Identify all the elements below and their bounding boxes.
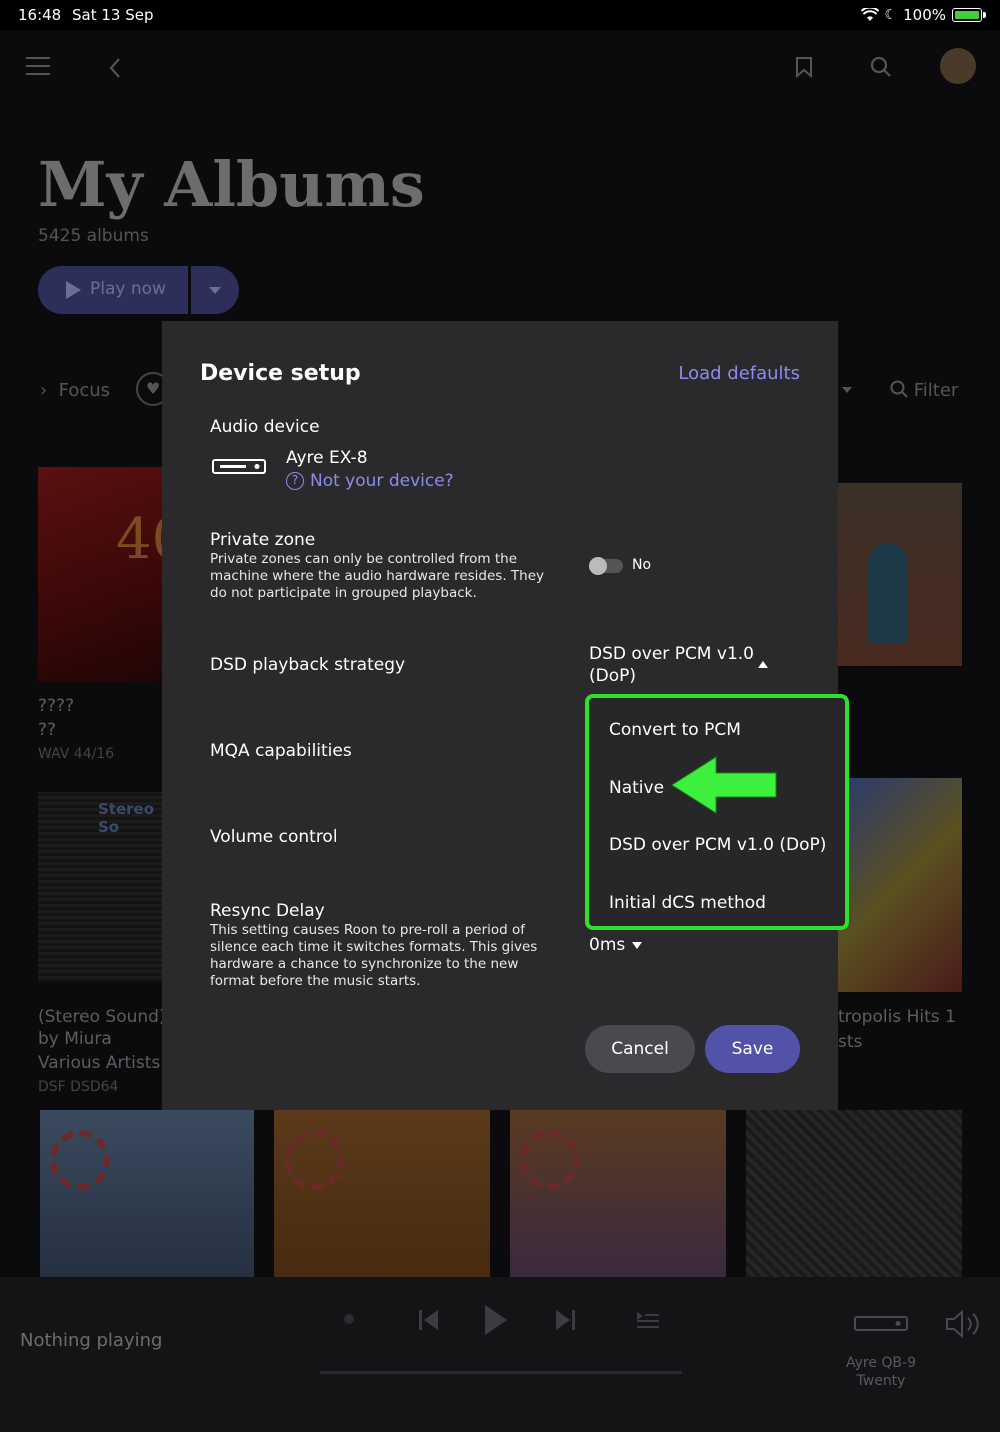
album-title[interactable]: ???? <box>38 694 74 718</box>
bookmark-icon[interactable] <box>795 56 813 78</box>
cover-art-text: Stereo So <box>98 800 155 836</box>
album-cover[interactable] <box>838 778 962 992</box>
moon-icon: ☾ <box>884 7 898 23</box>
cover-sunburst <box>284 1130 344 1190</box>
album-title[interactable]: (Stereo Sound) J <box>38 1005 176 1029</box>
audio-device-icon <box>212 459 266 474</box>
audio-device-label: Audio device <box>210 417 320 437</box>
dsd-strategy-label: DSD playback strategy <box>210 655 406 675</box>
chevron-up-icon[interactable] <box>758 661 768 668</box>
resync-delay-select[interactable]: 0ms <box>589 934 625 956</box>
play-options-button[interactable] <box>191 266 239 314</box>
status-date: Sat 13 Sep <box>72 6 154 24</box>
device-name: Ayre EX-8 <box>286 448 368 468</box>
volume-control-label: Volume control <box>210 827 338 847</box>
cancel-button[interactable]: Cancel <box>585 1025 695 1073</box>
album-title[interactable]: tropolis Hits 1 <box>838 1005 956 1029</box>
dsd-value-line2: (DoP) <box>589 666 637 686</box>
focus-label: Focus <box>58 380 111 401</box>
resync-delay-label: Resync Delay <box>210 901 325 921</box>
focus-button[interactable]: › Focus <box>40 380 110 401</box>
search-icon[interactable] <box>870 56 892 78</box>
status-time: 16:48 <box>18 6 62 24</box>
battery-percent: 100% <box>903 6 946 24</box>
album-title-cont[interactable]: by Miura <box>38 1027 112 1051</box>
dsd-value-line1: DSD over PCM v1.0 <box>589 644 754 664</box>
filter-search-icon <box>890 380 908 398</box>
private-zone-value: No <box>632 557 652 573</box>
load-defaults-link[interactable]: Load defaults <box>678 363 800 384</box>
volume-icon[interactable] <box>944 1308 984 1340</box>
not-your-device-label: Not your device? <box>310 471 454 491</box>
status-right: ☾ 100% <box>860 6 986 24</box>
play-icon[interactable] <box>483 1304 509 1336</box>
avatar[interactable] <box>940 48 976 84</box>
cover-art-number: 40 <box>116 507 162 572</box>
zone-name[interactable]: Ayre QB-9 Twenty <box>830 1354 932 1390</box>
dialog-title: Device setup <box>200 361 361 386</box>
option-initial-dcs[interactable]: Initial dCS method <box>609 893 766 913</box>
album-format: DSF DSD64 <box>38 1079 119 1095</box>
zone-name-line1: Ayre QB-9 <box>845 1355 916 1371</box>
save-button[interactable]: Save <box>705 1025 800 1073</box>
not-your-device-link[interactable]: ? Not your device? <box>286 471 454 491</box>
dsd-strategy-select[interactable]: DSD over PCM v1.0 (DoP) <box>589 643 754 687</box>
status-bar: 16:48 Sat 13 Sep ☾ 100% <box>0 0 1000 30</box>
album-artist[interactable]: ?? <box>38 718 56 742</box>
option-dop[interactable]: DSD over PCM v1.0 (DoP) <box>609 835 826 855</box>
album-cover[interactable]: 40 <box>38 467 162 682</box>
album-artist[interactable]: sts <box>838 1030 862 1054</box>
next-icon[interactable] <box>555 1309 575 1331</box>
queue-icon[interactable] <box>637 1312 659 1328</box>
cover-figure <box>868 543 908 643</box>
back-icon[interactable] <box>108 57 122 79</box>
album-format: WAV 44/16 <box>38 746 115 762</box>
filter-label: Filter <box>913 380 959 401</box>
help-icon: ? <box>286 472 304 490</box>
cover-sunburst <box>50 1130 110 1190</box>
page-title: My Albums <box>38 148 425 221</box>
filter-button[interactable]: Filter <box>890 380 958 401</box>
album-cover[interactable] <box>746 1110 962 1277</box>
option-convert-to-pcm[interactable]: Convert to PCM <box>609 720 741 740</box>
play-now-button[interactable]: Play now <box>38 266 188 314</box>
now-playing-text: Nothing playing <box>20 1330 163 1351</box>
device-icon <box>854 1316 908 1331</box>
menu-icon[interactable] <box>26 56 50 76</box>
progress-bar[interactable] <box>320 1371 682 1374</box>
album-cover[interactable] <box>40 1110 254 1277</box>
previous-icon[interactable] <box>419 1309 439 1331</box>
album-count: 5425 albums <box>38 226 149 246</box>
album-cover[interactable] <box>274 1110 490 1277</box>
album-artist[interactable]: Various Artists <box>38 1051 160 1075</box>
chevron-down-icon[interactable] <box>842 387 852 393</box>
mqa-capabilities-label: MQA capabilities <box>210 741 352 761</box>
album-cover[interactable] <box>510 1110 726 1277</box>
private-zone-description: Private zones can only be controlled fro… <box>210 551 545 601</box>
play-icon <box>66 281 81 299</box>
resync-delay-description: This setting causes Roon to pre-roll a p… <box>210 922 538 989</box>
annotation-arrow-icon <box>671 756 777 814</box>
cover-sunburst <box>520 1130 580 1190</box>
album-cover[interactable]: Stereo So <box>38 792 162 982</box>
wifi-icon <box>860 8 879 21</box>
private-zone-toggle[interactable] <box>589 557 623 575</box>
shuffle-dot-icon[interactable] <box>344 1314 354 1324</box>
battery-icon <box>952 8 986 22</box>
zone-name-line2: Twenty <box>856 1373 906 1389</box>
private-zone-label: Private zone <box>210 530 316 550</box>
option-native[interactable]: Native <box>609 778 664 798</box>
album-cover[interactable] <box>838 483 962 666</box>
chevron-down-icon[interactable] <box>632 942 642 949</box>
play-now-label: Play now <box>90 279 166 299</box>
